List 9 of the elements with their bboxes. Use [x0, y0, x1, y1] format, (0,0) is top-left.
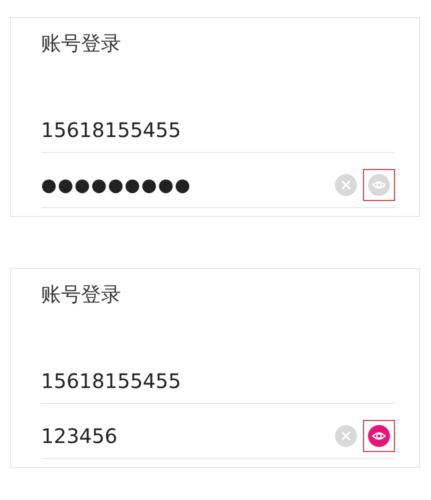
- login-title: 账号登录: [41, 30, 122, 57]
- clear-icon[interactable]: [335, 425, 357, 447]
- login-title: 账号登录: [41, 281, 122, 308]
- phone-field[interactable]: 15618155455: [41, 108, 395, 142]
- password-field[interactable]: ●●●●●●●●●: [41, 164, 335, 196]
- password-field[interactable]: 123456: [41, 414, 335, 448]
- clear-icon[interactable]: [335, 174, 357, 196]
- phone-field[interactable]: 15618155455: [41, 359, 395, 393]
- eye-icon[interactable]: [368, 425, 390, 447]
